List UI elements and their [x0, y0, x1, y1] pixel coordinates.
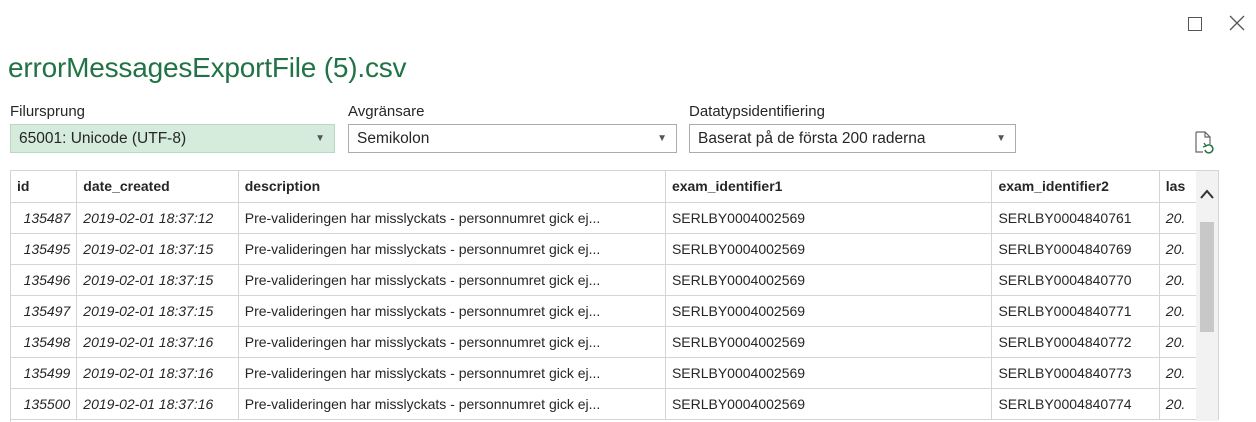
column-header-id: id	[11, 171, 78, 203]
refresh-button[interactable]	[1193, 131, 1215, 155]
cell-exam-identifier1: SERLBY0004002569	[665, 295, 993, 327]
close-icon	[1229, 15, 1245, 31]
cell-exam-identifier1: SERLBY0004002569	[665, 388, 993, 420]
table-row: 135495 2019-02-01 18:37:15 Pre-validerin…	[11, 233, 1219, 265]
cell-date-created: 2019-02-01 18:37:15	[76, 233, 239, 265]
cell-date-created: 2019-02-01 18:37:16	[76, 388, 239, 420]
cell-exam-identifier1: SERLBY0004002569	[665, 326, 993, 358]
data-type-detection-value: Baserat på de första 200 raderna	[698, 130, 926, 147]
file-origin-label: Filursprung	[10, 103, 86, 120]
delimiter-label: Avgränsare	[348, 103, 425, 120]
cell-id: 135497	[11, 295, 78, 327]
cell-exam-identifier1: SERLBY0004002569	[665, 233, 993, 265]
cell-date-created: 2019-02-01 18:37:12	[76, 202, 239, 234]
delimiter-value: Semikolon	[357, 130, 430, 147]
cell-exam-identifier1: SERLBY0004002569	[665, 202, 993, 234]
cell-id: 135499	[11, 357, 78, 389]
delimiter-dropdown[interactable]: Semikolon ▼	[348, 124, 677, 153]
cell-description: Pre-valideringen har misslyckats - perso…	[238, 388, 666, 420]
maximize-icon	[1188, 17, 1202, 31]
table-row: 135496 2019-02-01 18:37:15 Pre-validerin…	[11, 264, 1219, 296]
table-header-row: id date_created description exam_identif…	[11, 171, 1219, 203]
data-type-detection-label: Datatypsidentifiering	[689, 103, 825, 120]
cell-exam-identifier2: SERLBY0004840772	[991, 326, 1160, 358]
cell-id: 135495	[11, 233, 78, 265]
vertical-scrollbar[interactable]	[1196, 171, 1218, 421]
cell-date-created: 2019-02-01 18:37:15	[76, 295, 239, 327]
cell-id: 135487	[11, 202, 78, 234]
table-row: 135497 2019-02-01 18:37:15 Pre-validerin…	[11, 295, 1219, 327]
cell-exam-identifier2: SERLBY0004840770	[991, 264, 1160, 296]
chevron-down-icon: ▼	[657, 133, 667, 144]
cell-description: Pre-valideringen har misslyckats - perso…	[238, 264, 666, 296]
table-row: 135499 2019-02-01 18:37:16 Pre-validerin…	[11, 357, 1219, 389]
data-preview-table: id date_created description exam_identif…	[10, 170, 1219, 422]
refresh-file-icon	[1195, 131, 1214, 154]
cell-description: Pre-valideringen har misslyckats - perso…	[238, 295, 666, 327]
chevron-down-icon: ▼	[996, 133, 1006, 144]
cell-description: Pre-valideringen har misslyckats - perso…	[238, 357, 666, 389]
cell-description: Pre-valideringen har misslyckats - perso…	[238, 233, 666, 265]
table-row: 135498 2019-02-01 18:37:16 Pre-validerin…	[11, 326, 1219, 358]
scroll-up-icon[interactable]	[1200, 189, 1214, 199]
scrollbar-thumb[interactable]	[1200, 222, 1214, 332]
table-row: 135500 2019-02-01 18:37:16 Pre-validerin…	[11, 388, 1219, 420]
cell-date-created: 2019-02-01 18:37:16	[76, 357, 239, 389]
cell-id: 135500	[11, 388, 78, 420]
cell-exam-identifier1: SERLBY0004002569	[665, 264, 993, 296]
column-header-exam-identifier1: exam_identifier1	[665, 171, 993, 203]
cell-id: 135498	[11, 326, 78, 358]
cell-exam-identifier2: SERLBY0004840771	[991, 295, 1160, 327]
file-origin-value: 65001: Unicode (UTF-8)	[19, 130, 187, 147]
cell-exam-identifier2: SERLBY0004840769	[991, 233, 1160, 265]
column-header-date-created: date_created	[76, 171, 239, 203]
cell-id: 135496	[11, 264, 78, 296]
cell-exam-identifier2: SERLBY0004840774	[991, 388, 1160, 420]
close-button[interactable]	[1228, 14, 1248, 34]
cell-description: Pre-valideringen har misslyckats - perso…	[238, 326, 666, 358]
column-header-exam-identifier2: exam_identifier2	[991, 171, 1160, 203]
cell-exam-identifier2: SERLBY0004840773	[991, 357, 1160, 389]
cell-date-created: 2019-02-01 18:37:15	[76, 264, 239, 296]
chevron-down-icon: ▼	[315, 133, 325, 144]
cell-date-created: 2019-02-01 18:37:16	[76, 326, 239, 358]
file-origin-dropdown[interactable]: 65001: Unicode (UTF-8) ▼	[10, 124, 335, 153]
maximize-button[interactable]	[1186, 14, 1206, 34]
cell-exam-identifier2: SERLBY0004840761	[991, 202, 1160, 234]
cell-exam-identifier1: SERLBY0004002569	[665, 357, 993, 389]
column-header-description: description	[238, 171, 666, 203]
data-type-detection-dropdown[interactable]: Baserat på de första 200 raderna ▼	[689, 124, 1016, 153]
table-row: 135487 2019-02-01 18:37:12 Pre-validerin…	[11, 202, 1219, 234]
page-title: errorMessagesExportFile (5).csv	[8, 52, 407, 83]
cell-description: Pre-valideringen har misslyckats - perso…	[238, 202, 666, 234]
